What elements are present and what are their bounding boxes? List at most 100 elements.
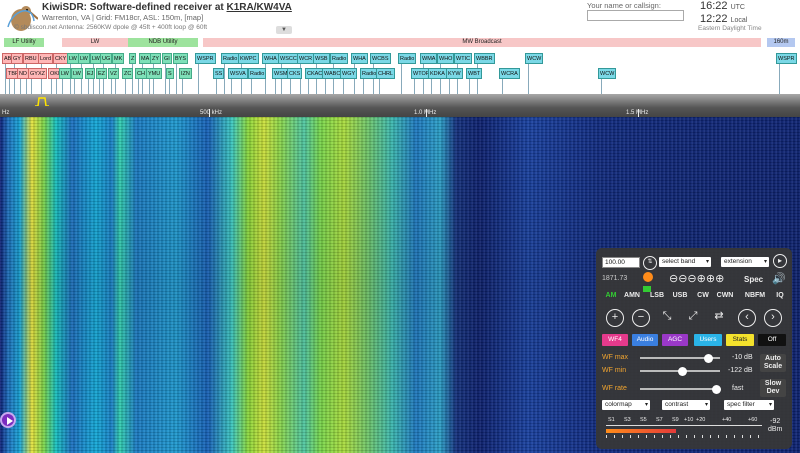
station-label[interactable]: GI — [162, 53, 172, 64]
callsign-input[interactable] — [587, 10, 684, 21]
tab-agc[interactable]: AGC — [662, 334, 688, 346]
station-label[interactable]: EZ — [96, 68, 108, 79]
mode-lsb[interactable]: LSB — [648, 292, 666, 299]
station-label[interactable]: WCRA — [499, 68, 520, 79]
slider-knob[interactable] — [677, 366, 687, 376]
station-label[interactable]: Radio — [330, 53, 349, 64]
contrast-dropdown[interactable]: contrast — [662, 400, 710, 410]
swap-icon[interactable]: ⇄ — [710, 309, 728, 327]
slider-knob[interactable] — [704, 353, 714, 363]
station-label[interactable]: YMU — [146, 68, 163, 79]
station-label[interactable]: GYXZ — [28, 68, 47, 79]
station-label[interactable]: ZC — [122, 68, 134, 79]
station-label[interactable]: WHA — [351, 53, 368, 64]
station-label[interactable]: MK — [112, 53, 125, 64]
station-label[interactable]: RBU — [23, 53, 39, 64]
station-label[interactable]: WSPR — [195, 53, 216, 64]
band-lf-utility[interactable]: LF Utility — [4, 38, 44, 47]
spec-button[interactable]: Spec — [744, 275, 763, 284]
tab-audio[interactable]: Audio — [632, 334, 658, 346]
station-label[interactable]: WMA — [420, 53, 438, 64]
play-circle-icon[interactable]: ▸ — [773, 254, 787, 268]
band-ndb-utility[interactable]: NDB Utility — [128, 38, 198, 47]
colormap-dropdown[interactable]: colormap — [602, 400, 650, 410]
station-label[interactable]: IZN — [179, 68, 192, 79]
play-icon[interactable] — [0, 412, 16, 428]
station-label[interactable]: WGY — [340, 68, 358, 79]
station-label[interactable]: LW — [59, 68, 71, 79]
mode-nbfm[interactable]: NBFM — [744, 292, 766, 299]
band-mw-broadcast[interactable]: MW Broadcast — [203, 38, 761, 47]
station-label[interactable]: WTIC — [454, 53, 473, 64]
page-right-icon[interactable]: › — [764, 309, 782, 327]
station-label[interactable]: WSCC — [278, 53, 299, 64]
speaker-icon[interactable]: 🔊 — [772, 272, 786, 285]
station-label[interactable]: WCR — [297, 53, 315, 64]
tab-users[interactable]: Users — [694, 334, 722, 346]
tab-wf[interactable]: WF4 — [602, 334, 628, 346]
slider-knob[interactable] — [712, 384, 721, 394]
zoom-buttons[interactable]: ⊖⊖⊖⊕⊕⊕ — [669, 272, 724, 285]
zoom-max-icon[interactable]: ⤢ — [684, 309, 702, 327]
page-left-icon[interactable]: ‹ — [738, 309, 756, 327]
mode-usb[interactable]: USB — [671, 292, 689, 299]
station-label[interactable]: UG — [100, 53, 113, 64]
station-label[interactable]: KWPC — [238, 53, 259, 64]
frequency-scale[interactable]: Hz 500 kHz 1.0 MHz 1.5 MHz — [0, 94, 800, 117]
station-label[interactable]: BYS — [173, 53, 189, 64]
station-label[interactable]: SS — [213, 68, 225, 79]
station-label[interactable]: ZY — [150, 53, 162, 64]
passband-marker-icon[interactable] — [35, 96, 49, 106]
arrow-icon[interactable]: ⇅ — [643, 256, 657, 270]
station-label[interactable]: Lord — [38, 53, 54, 64]
tab-off[interactable]: Off — [758, 334, 786, 346]
station-label[interactable]: KDKA — [428, 68, 447, 79]
station-label[interactable]: KYW — [446, 68, 463, 79]
mode-amn[interactable]: AMN — [623, 292, 641, 299]
tab-stats[interactable]: Stats — [726, 334, 754, 346]
station-label[interactable]: LW — [71, 68, 83, 79]
mode-iq[interactable]: IQ — [771, 292, 789, 299]
extension-dropdown[interactable]: extension — [721, 257, 769, 267]
mode-cwn[interactable]: CWN — [716, 292, 734, 299]
station-label[interactable]: VZ — [108, 68, 120, 79]
collapse-header-button[interactable]: ▼ — [276, 26, 292, 34]
lock-icon[interactable] — [643, 272, 653, 282]
callsign-link[interactable]: K1RA/KW4VA — [227, 2, 292, 13]
station-label[interactable]: WSB — [313, 53, 330, 64]
station-label[interactable]: Radio — [248, 68, 267, 79]
station-label[interactable]: WCBS — [370, 53, 391, 64]
station-label[interactable]: Z — [129, 53, 137, 64]
station-label[interactable]: WHO — [437, 53, 455, 64]
station-label[interactable]: WSPR — [776, 53, 797, 64]
station-label[interactable]: WSVA — [228, 68, 248, 79]
station-label[interactable]: CHRL — [376, 68, 395, 79]
station-label[interactable]: S — [166, 68, 174, 79]
wf-min-slider[interactable] — [640, 366, 720, 376]
station-label[interactable]: CKS — [287, 68, 303, 79]
mode-am[interactable]: AM — [602, 292, 620, 299]
station-label[interactable]: Radio — [221, 53, 240, 64]
station-label[interactable]: WHA — [262, 53, 279, 64]
zoom-out-icon[interactable]: − — [632, 309, 650, 327]
frequency-input[interactable] — [602, 257, 640, 268]
auto-scale-button[interactable]: Auto Scale — [760, 354, 786, 372]
station-label[interactable]: GY — [11, 53, 23, 64]
mode-cw[interactable]: CW — [694, 292, 712, 299]
slow-dev-button[interactable]: Slow Dev — [760, 379, 786, 397]
station-label[interactable]: WBT — [466, 68, 483, 79]
zoom-fit-icon[interactable]: ⤡ — [658, 309, 676, 327]
station-label[interactable]: WCW — [598, 68, 617, 79]
zoom-in-icon[interactable]: + — [606, 309, 624, 327]
station-label[interactable]: Radio — [398, 53, 417, 64]
band-160m[interactable]: 160m — [767, 38, 795, 47]
station-label[interactable]: EJ — [85, 68, 96, 79]
wf-rate-slider[interactable] — [640, 384, 721, 394]
band-lw[interactable]: LW — [62, 38, 128, 47]
spec-filter-dropdown[interactable]: spec filter — [724, 400, 774, 410]
select-band-dropdown[interactable]: select band — [659, 257, 711, 267]
station-label[interactable]: WBBR — [474, 53, 495, 64]
wf-max-slider[interactable] — [640, 353, 720, 363]
station-label[interactable]: WCW — [525, 53, 544, 64]
station-label[interactable]: LW — [78, 53, 90, 64]
